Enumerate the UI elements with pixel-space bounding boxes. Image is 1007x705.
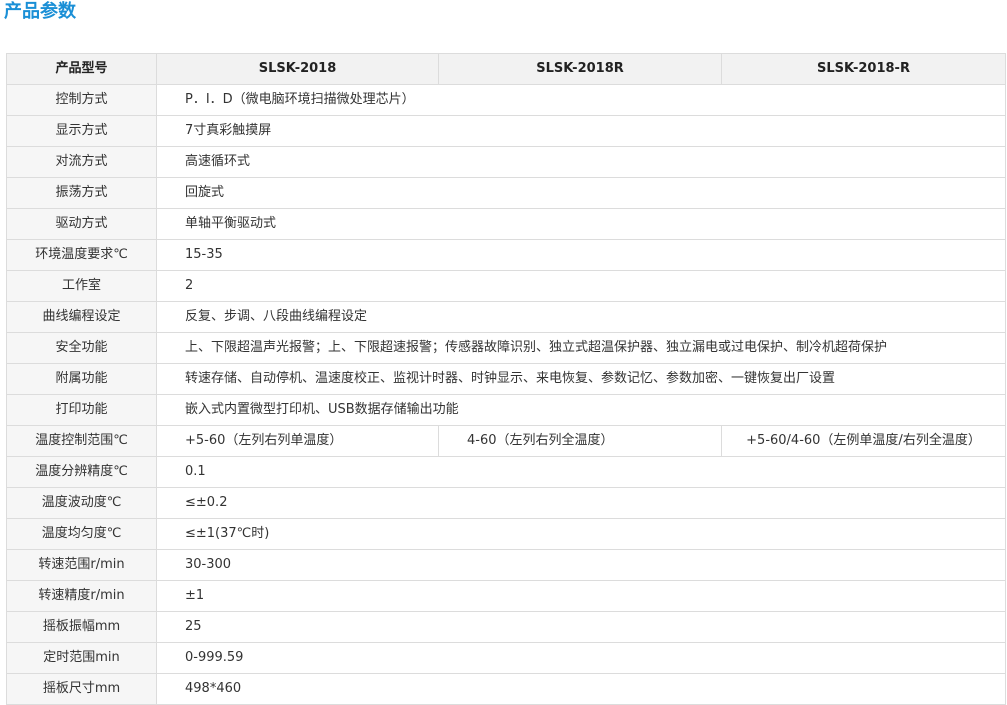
table-row: 附属功能 转速存储、自动停机、温速度校正、监视计时器、时钟显示、来电恢复、参数记忆…: [6, 363, 1006, 395]
row-label: 转速范围r/min: [6, 549, 157, 581]
row-value: P．I．D（微电脑环境扫描微处理芯片）: [156, 84, 1006, 116]
row-value: 498*460: [156, 673, 1006, 705]
row-label: 工作室: [6, 270, 157, 302]
row-label: 转速精度r/min: [6, 580, 157, 612]
table-row: 振荡方式 回旋式: [6, 177, 1006, 209]
row-value: 15-35: [156, 239, 1006, 271]
row-label: 驱动方式: [6, 208, 157, 240]
row-value: 0-999.59: [156, 642, 1006, 674]
row-value: 反复、步调、八段曲线编程设定: [156, 301, 1006, 333]
row-value: 单轴平衡驱动式: [156, 208, 1006, 240]
spec-table: 产品型号 SLSK-2018 SLSK-2018R SLSK-2018-R 控制…: [6, 53, 1006, 705]
table-row: 对流方式 高速循环式: [6, 146, 1006, 178]
row-label: 控制方式: [6, 84, 157, 116]
row-label: 摇板尺寸mm: [6, 673, 157, 705]
row-label: 振荡方式: [6, 177, 157, 209]
table-row: 摇板振幅mm 25: [6, 611, 1006, 643]
row-value: 转速存储、自动停机、温速度校正、监视计时器、时钟显示、来电恢复、参数记忆、参数加…: [156, 363, 1006, 395]
row-label: 温度控制范围℃: [6, 425, 157, 457]
table-row-temperature-range: 温度控制范围℃ +5-60（左列右列单温度） 4-60（左列右列全温度） +5-60/…: [6, 425, 1006, 457]
header-label: 产品型号: [6, 53, 157, 85]
row-label: 温度均匀度℃: [6, 518, 157, 550]
range-value-2: 4-60（左列右列全温度）: [438, 425, 722, 457]
row-value: 嵌入式内置微型打印机、USB数据存储输出功能: [156, 394, 1006, 426]
table-row: 摇板尺寸mm 498*460: [6, 673, 1006, 705]
table-row: 定时范围min 0-999.59: [6, 642, 1006, 674]
table-row: 安全功能 上、下限超温声光报警；上、下限超速报警；传感器故障识别、独立式超温保护器…: [6, 332, 1006, 364]
row-value: ≤±0.2: [156, 487, 1006, 519]
table-row: 温度均匀度℃ ≤±1(37℃时): [6, 518, 1006, 550]
row-value: 25: [156, 611, 1006, 643]
row-label: 显示方式: [6, 115, 157, 147]
table-row: 环境温度要求℃ 15-35: [6, 239, 1006, 271]
range-value-1: +5-60（左列右列单温度）: [156, 425, 439, 457]
table-header-row: 产品型号 SLSK-2018 SLSK-2018R SLSK-2018-R: [6, 53, 1006, 85]
header-model-1: SLSK-2018: [156, 53, 439, 85]
row-label: 打印功能: [6, 394, 157, 426]
row-value: ≤±1(37℃时): [156, 518, 1006, 550]
row-label: 定时范围min: [6, 642, 157, 674]
header-model-2: SLSK-2018R: [438, 53, 722, 85]
row-value: 30-300: [156, 549, 1006, 581]
row-label: 对流方式: [6, 146, 157, 178]
row-label: 温度波动度℃: [6, 487, 157, 519]
row-label: 温度分辨精度℃: [6, 456, 157, 488]
row-value: 回旋式: [156, 177, 1006, 209]
table-row: 曲线编程设定 反复、步调、八段曲线编程设定: [6, 301, 1006, 333]
row-value: ±1: [156, 580, 1006, 612]
range-value-3: +5-60/4-60（左例单温度/右列全温度）: [721, 425, 1006, 457]
row-label: 附属功能: [6, 363, 157, 395]
table-row: 转速精度r/min ±1: [6, 580, 1006, 612]
table-row: 工作室 2: [6, 270, 1006, 302]
table-row: 控制方式 P．I．D（微电脑环境扫描微处理芯片）: [6, 84, 1006, 116]
row-label: 环境温度要求℃: [6, 239, 157, 271]
row-label: 摇板振幅mm: [6, 611, 157, 643]
row-label: 安全功能: [6, 332, 157, 364]
row-value: 上、下限超温声光报警；上、下限超速报警；传感器故障识别、独立式超温保护器、独立漏…: [156, 332, 1006, 364]
row-value: 7寸真彩触摸屏: [156, 115, 1006, 147]
row-value: 2: [156, 270, 1006, 302]
table-row: 温度波动度℃ ≤±0.2: [6, 487, 1006, 519]
table-row: 转速范围r/min 30-300: [6, 549, 1006, 581]
row-value: 高速循环式: [156, 146, 1006, 178]
table-row: 温度分辨精度℃ 0.1: [6, 456, 1006, 488]
row-value: 0.1: [156, 456, 1006, 488]
table-row: 驱动方式 单轴平衡驱动式: [6, 208, 1006, 240]
row-label: 曲线编程设定: [6, 301, 157, 333]
page-title: 产品参数: [4, 1, 76, 22]
header-model-3: SLSK-2018-R: [721, 53, 1006, 85]
table-row: 打印功能 嵌入式内置微型打印机、USB数据存储输出功能: [6, 394, 1006, 426]
table-row: 显示方式 7寸真彩触摸屏: [6, 115, 1006, 147]
